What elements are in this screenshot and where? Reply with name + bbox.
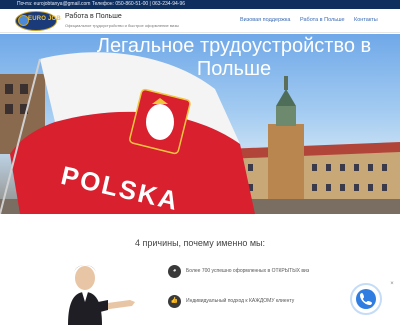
logo-text: EURO JOB: [28, 16, 61, 22]
consultant-image: [68, 265, 135, 325]
hero-title: Легальное трудоустройство в Польше: [96, 35, 372, 80]
thumbs-up-icon: 👍: [168, 295, 181, 308]
site-header: EURO JOB Работа в Польше Официальное тру…: [0, 9, 400, 33]
call-button-circle: [356, 289, 376, 309]
close-icon[interactable]: ×: [389, 281, 395, 287]
hero-banner: Легальное трудоустройство в Польше POLSK…: [0, 34, 400, 214]
site-title[interactable]: Работа в Польше: [65, 13, 122, 20]
reason-text: Более 700 успешно оформленных в ОТКРЫТЫХ…: [186, 268, 310, 274]
site-tagline: Официальное трудоустройство и быстрое оф…: [65, 23, 179, 28]
nav-item-visa-support[interactable]: Визовая поддержка: [240, 17, 290, 23]
top-contact-bar: Почта: eurojobtanya@gmail.com Телефон: 0…: [0, 0, 400, 9]
nav-item-work-in-poland[interactable]: Работа в Польше: [300, 17, 345, 23]
reason-item-approach: 👍 Индивидуальный подход к КАЖДОМУ клиент…: [168, 295, 368, 311]
reason-item-visas: ◕ Более 700 успешно оформленных в ОТКРЫТ…: [168, 265, 368, 281]
site-logo[interactable]: EURO JOB: [15, 11, 61, 31]
phone-icon: [360, 293, 372, 305]
callback-button[interactable]: [350, 283, 382, 315]
nav-item-contacts[interactable]: Контакты: [354, 17, 378, 23]
contact-info: Почта: eurojobtanya@gmail.com Телефон: 0…: [17, 1, 186, 7]
reason-text: Индивидуальный подход к КАЖДОМУ клиенту: [186, 298, 295, 304]
reasons-title: 4 причины, почему именно мы:: [134, 238, 266, 248]
chart-icon: ◕: [168, 265, 181, 278]
